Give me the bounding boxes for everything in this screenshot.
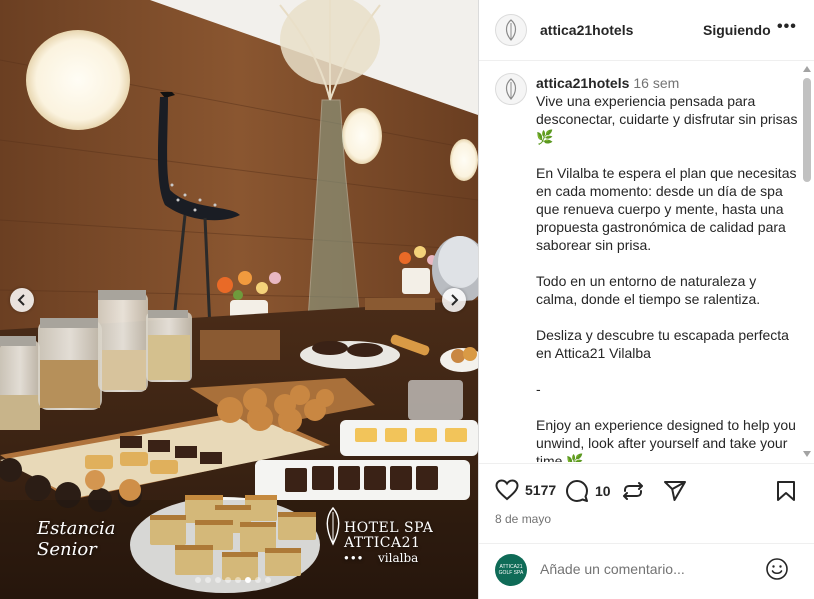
post-date[interactable]: 8 de mayo bbox=[495, 512, 551, 526]
likes-count[interactable]: 5177 bbox=[525, 482, 556, 498]
emoji-picker-button[interactable] bbox=[765, 557, 789, 586]
hotel-logo-icon bbox=[505, 78, 517, 100]
hotel-logo-icon bbox=[505, 19, 517, 41]
chevron-left-icon bbox=[17, 294, 25, 306]
caption-paragraph-5: - bbox=[536, 381, 541, 397]
carousel-dot bbox=[245, 577, 251, 583]
carousel-prev-button[interactable] bbox=[10, 288, 34, 312]
repost-icon bbox=[623, 482, 643, 500]
smiley-icon bbox=[766, 558, 788, 580]
caption-paragraph-3: Todo en un entorno de naturaleza y calma… bbox=[536, 273, 761, 307]
paper-plane-icon bbox=[664, 481, 686, 501]
user-avatar[interactable]: ATTICA21 GOLF SPA bbox=[495, 554, 527, 586]
caption-scrollbar[interactable] bbox=[799, 62, 814, 462]
overlay-title-line2: Senior bbox=[37, 539, 97, 560]
bookmark-icon bbox=[777, 481, 795, 501]
brand-line-2: ATTICA21 bbox=[344, 535, 421, 551]
caption-paragraph-1: Vive una experiencia pensada para descon… bbox=[536, 93, 798, 145]
post-header: attica21hotels Siguiendo ••• bbox=[479, 0, 814, 61]
account-username[interactable]: attica21hotels bbox=[540, 22, 633, 38]
carousel-indicator bbox=[195, 577, 271, 583]
carousel-dot bbox=[195, 577, 201, 583]
caption-paragraph-4: Desliza y descubre tu escapada perfecta … bbox=[536, 327, 789, 361]
scroll-down-arrow-icon[interactable] bbox=[803, 451, 811, 457]
share-button[interactable] bbox=[663, 479, 687, 503]
caption-paragraph: attica21hotels 16 sem Vive una experiencia… bbox=[536, 74, 798, 146]
instagram-post-modal: Estancia Senior HOTEL SPA ATTICA21 ●●● v… bbox=[0, 0, 814, 599]
photo-overlay-title: Estancia Senior bbox=[37, 518, 116, 560]
carousel-next-button[interactable] bbox=[442, 288, 466, 312]
carousel-dot bbox=[215, 577, 221, 583]
post-actions: 5177 10 8 de mayo bbox=[479, 463, 814, 543]
caption-paragraph-6: Enjoy an experience designed to help you… bbox=[536, 417, 796, 462]
comment-bubble-icon bbox=[566, 480, 588, 502]
heart-icon bbox=[495, 479, 519, 501]
chevron-right-icon bbox=[451, 294, 459, 306]
post-side-panel: attica21hotels Siguiendo ••• attica21hot… bbox=[478, 0, 814, 599]
like-button[interactable]: 5177 bbox=[495, 479, 556, 501]
more-options-icon[interactable]: ••• bbox=[777, 18, 797, 36]
carousel-dot bbox=[205, 577, 211, 583]
caption-section: attica21hotels 16 sem Vive una experiencia… bbox=[479, 62, 814, 462]
overlay-title-line1: Estancia bbox=[37, 518, 116, 539]
caption-username[interactable]: attica21hotels bbox=[536, 75, 629, 91]
following-button[interactable]: Siguiendo bbox=[703, 22, 771, 38]
scroll-thumb[interactable] bbox=[803, 78, 811, 182]
add-comment-bar: ATTICA21 GOLF SPA Añade un comentario... bbox=[479, 543, 814, 599]
brand-line-3: vilalba bbox=[378, 551, 419, 565]
caption-time[interactable]: 16 sem bbox=[633, 75, 679, 91]
breakfast-buffet-image bbox=[0, 0, 478, 599]
comments-count[interactable]: 10 bbox=[595, 483, 611, 499]
carousel-dot bbox=[235, 577, 241, 583]
repost-button[interactable] bbox=[622, 479, 644, 503]
caption-text: attica21hotels 16 sem Vive una experiencia… bbox=[536, 74, 798, 462]
comment-button[interactable]: 10 bbox=[565, 479, 611, 503]
carousel-dot bbox=[225, 577, 231, 583]
caption-avatar[interactable] bbox=[495, 73, 527, 105]
leaf-logo-icon bbox=[326, 506, 340, 546]
post-photo[interactable]: Estancia Senior HOTEL SPA ATTICA21 ●●● v… bbox=[0, 0, 478, 599]
account-avatar[interactable] bbox=[495, 14, 527, 46]
comment-input[interactable]: Añade un comentario... bbox=[540, 561, 685, 577]
user-avatar-text: ATTICA21 GOLF SPA bbox=[498, 564, 524, 576]
brand-line-1: HOTEL SPA bbox=[344, 520, 434, 536]
scroll-up-arrow-icon[interactable] bbox=[803, 66, 811, 72]
save-button[interactable] bbox=[776, 479, 796, 503]
caption-paragraph-2: En Vilalba te espera el plan que necesit… bbox=[536, 165, 797, 253]
brand-dots-icon: ●●● bbox=[344, 553, 365, 562]
carousel-dot bbox=[265, 577, 271, 583]
carousel-dot bbox=[255, 577, 261, 583]
